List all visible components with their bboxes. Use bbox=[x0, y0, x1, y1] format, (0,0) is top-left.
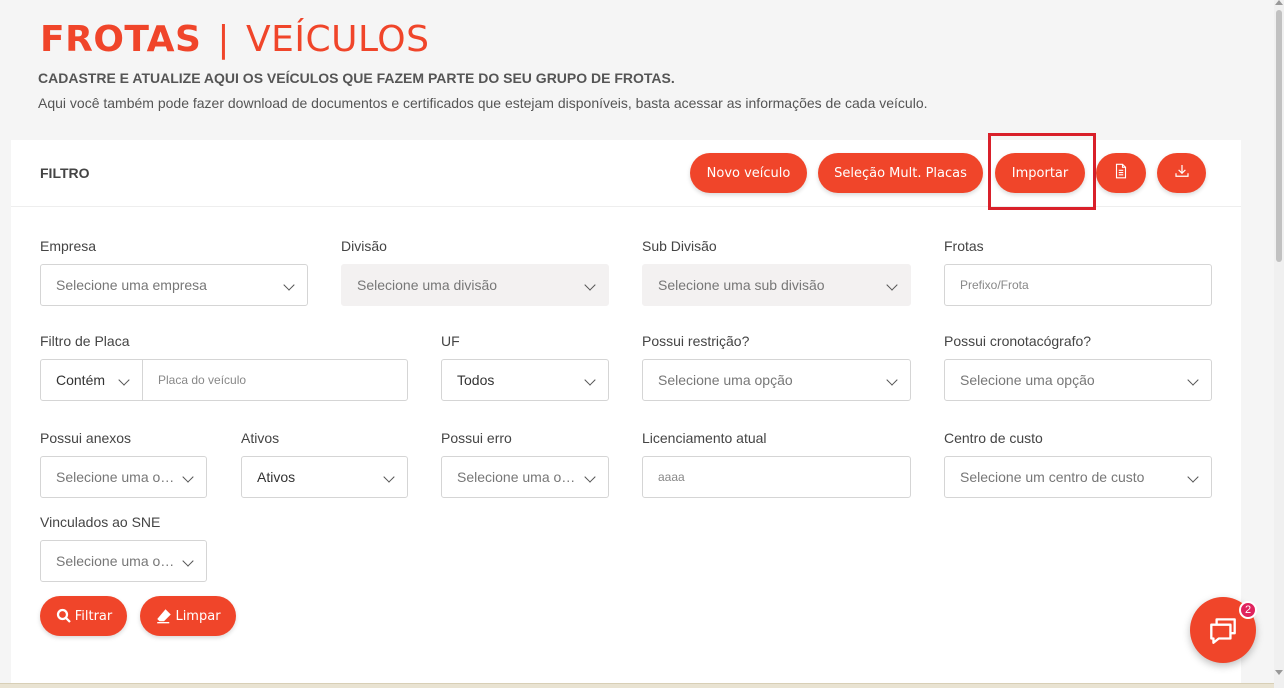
sne-label: Vinculados ao SNE bbox=[40, 514, 161, 530]
filter-card-header: FILTRO Novo veículo Seleção Mult. Placas… bbox=[11, 133, 1241, 210]
report-button[interactable] bbox=[1096, 153, 1146, 193]
cronotacografo-select-value: Selecione uma opção bbox=[960, 372, 1095, 388]
filter-button-label: Filtrar bbox=[74, 608, 113, 624]
placa-input[interactable]: Placa do veículo bbox=[142, 359, 408, 401]
licenciamento-label: Licenciamento atual bbox=[642, 430, 767, 446]
chat-notification-badge: 2 bbox=[1239, 601, 1257, 619]
restricao-label: Possui restrição? bbox=[642, 333, 750, 349]
ativos-label: Ativos bbox=[241, 430, 280, 446]
cronotacografo-label: Possui cronotacógrafo? bbox=[944, 333, 1092, 349]
clear-button-label: Limpar bbox=[175, 608, 221, 624]
subdivisao-select-value: Selecione uma sub divisão bbox=[658, 277, 825, 293]
page-title-sub: VEÍCULOS bbox=[246, 19, 430, 60]
page-title-main: FROTAS bbox=[40, 19, 202, 60]
uf-label: UF bbox=[441, 333, 460, 349]
clear-button[interactable]: Limpar bbox=[140, 596, 236, 636]
uf-select-value: Todos bbox=[457, 372, 495, 388]
placa-mode-select[interactable]: Contém bbox=[40, 359, 143, 401]
erro-label: Possui erro bbox=[441, 430, 512, 446]
subdivisao-label: Sub Divisão bbox=[642, 238, 717, 254]
page-title-separator: | bbox=[217, 19, 231, 60]
chevron-down-icon bbox=[584, 279, 596, 291]
centro-custo-label: Centro de custo bbox=[944, 430, 1043, 446]
cronotacografo-select[interactable]: Selecione uma opção bbox=[944, 359, 1212, 401]
divisao-label: Divisão bbox=[341, 238, 387, 254]
chevron-down-icon bbox=[886, 374, 898, 386]
scroll-thumb[interactable] bbox=[1276, 10, 1282, 262]
subdivisao-select[interactable]: Selecione uma sub divisão bbox=[642, 264, 911, 306]
chevron-down-icon bbox=[1187, 374, 1199, 386]
page-subtitle: CADASTRE E ATUALIZE AQUI OS VEÍCULOS QUE… bbox=[38, 70, 675, 86]
page-title: FROTAS | VEÍCULOS bbox=[40, 18, 429, 62]
divisao-select-value: Selecione uma divisão bbox=[357, 277, 498, 293]
centro-custo-select[interactable]: Selecione um centro de custo bbox=[944, 456, 1212, 498]
chevron-down-icon bbox=[283, 279, 295, 291]
divisao-select[interactable]: Selecione uma divisão bbox=[341, 264, 609, 306]
chevron-down-icon bbox=[1187, 471, 1199, 483]
page-scrollbar[interactable] bbox=[1274, 0, 1284, 688]
sne-select[interactable]: Selecione uma opção bbox=[40, 540, 207, 582]
ativos-select-value: Ativos bbox=[257, 469, 296, 485]
frotas-label: Frotas bbox=[944, 238, 984, 254]
uf-select[interactable]: Todos bbox=[441, 359, 609, 401]
multi-plate-select-button[interactable]: Seleção Mult. Placas bbox=[818, 153, 983, 193]
anexos-select[interactable]: Selecione uma opção bbox=[40, 456, 207, 498]
filter-title: FILTRO bbox=[40, 165, 90, 181]
scroll-up-arrow-icon[interactable] bbox=[1275, 0, 1283, 5]
chevron-down-icon bbox=[886, 279, 898, 291]
placa-label: Filtro de Placa bbox=[40, 333, 130, 349]
eraser-icon bbox=[155, 607, 173, 625]
download-button[interactable] bbox=[1157, 153, 1206, 193]
bottom-edge-bar bbox=[0, 683, 1274, 688]
new-vehicle-button[interactable]: Novo veículo bbox=[690, 153, 807, 193]
document-icon bbox=[1112, 162, 1130, 184]
filter-button[interactable]: Filtrar bbox=[40, 596, 127, 636]
restricao-select[interactable]: Selecione uma opção bbox=[642, 359, 911, 401]
centro-custo-select-value: Selecione um centro de custo bbox=[960, 469, 1145, 485]
licenciamento-input[interactable]: aaaa bbox=[642, 456, 911, 498]
empresa-label: Empresa bbox=[40, 238, 97, 254]
scroll-down-arrow-icon[interactable] bbox=[1275, 670, 1283, 675]
empresa-select[interactable]: Selecione uma empresa bbox=[40, 264, 308, 306]
download-icon bbox=[1173, 162, 1191, 184]
anexos-label: Possui anexos bbox=[40, 430, 132, 446]
chevron-down-icon bbox=[584, 374, 596, 386]
import-highlight-box bbox=[988, 133, 1096, 210]
chat-icon bbox=[1206, 613, 1240, 647]
empresa-select-value: Selecione uma empresa bbox=[56, 277, 207, 293]
frotas-input[interactable]: Prefixo/Frota bbox=[944, 264, 1212, 306]
page-header: FROTAS | VEÍCULOS bbox=[40, 18, 429, 62]
ativos-select[interactable]: Ativos bbox=[241, 456, 408, 498]
page-description: Aqui você também pode fazer download de … bbox=[38, 95, 928, 111]
chevron-down-icon bbox=[383, 471, 395, 483]
erro-select[interactable]: Selecione uma opção bbox=[441, 456, 609, 498]
restricao-select-value: Selecione uma opção bbox=[658, 372, 793, 388]
search-icon bbox=[55, 607, 73, 625]
